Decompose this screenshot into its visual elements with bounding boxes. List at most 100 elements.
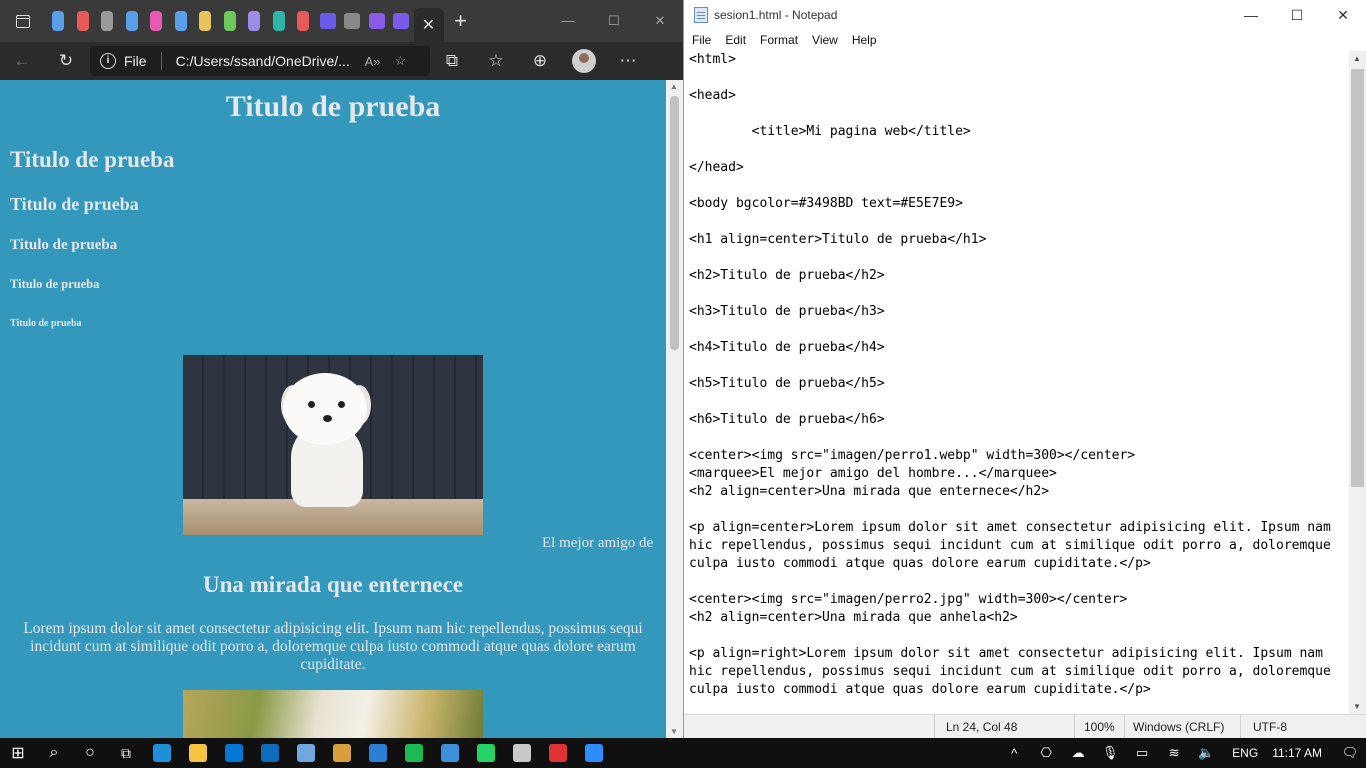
page-viewport: Titulo de prueba Titulo de prueba Titulo… (0, 80, 666, 738)
maximize-icon[interactable]: ☐ (1274, 7, 1320, 24)
taskbar-app-icon[interactable] (504, 738, 540, 768)
scroll-thumb[interactable] (670, 96, 679, 350)
notepad-statusbar: Ln 24, Col 48 100% Windows (CRLF) UTF-8 (684, 714, 1366, 739)
refresh-icon[interactable]: ↻ (44, 51, 88, 71)
app-glyph-icon (189, 744, 207, 762)
scroll-up-icon[interactable]: ▲ (670, 82, 678, 91)
taskbar-app-icon[interactable] (468, 738, 504, 768)
browser-tab[interactable] (95, 6, 120, 36)
status-divider (1240, 715, 1241, 739)
browser-tab[interactable] (218, 6, 243, 36)
address-bar[interactable]: i File C:/Users/ssand/OneDrive/... A» ☆ (90, 46, 430, 76)
back-arrow-icon[interactable]: ← (0, 51, 44, 71)
minimize-icon[interactable]: — (545, 13, 591, 29)
notepad-text-area[interactable]: <html> <head> <title>Mi pagina web</titl… (684, 51, 1350, 714)
notepad-scrollbar[interactable]: ▲ ▼ (1349, 51, 1366, 714)
page-scrollbar[interactable]: ▲ ▼ (666, 80, 683, 738)
tab-favicon-icon (368, 13, 385, 29)
menu-file[interactable]: File (692, 33, 711, 47)
taskbar-app-icon[interactable] (324, 738, 360, 768)
menu-format[interactable]: Format (760, 33, 798, 47)
browser-tab[interactable] (71, 6, 96, 36)
dog-image-2 (183, 690, 483, 738)
tab-favicon-icon (174, 11, 187, 31)
notepad-content[interactable]: <html> <head> <title>Mi pagina web</titl… (684, 51, 1350, 699)
browser-tab[interactable] (389, 6, 414, 36)
url-text[interactable]: C:/Users/ssand/OneDrive/... (176, 53, 351, 69)
onedrive-icon[interactable]: ☁ (1062, 745, 1094, 761)
cortana-icon[interactable]: ○ (72, 738, 108, 768)
show-hidden-icons-icon[interactable]: ^ (998, 746, 1030, 761)
app-glyph-icon (585, 744, 603, 762)
taskbar-app-icon[interactable] (540, 738, 576, 768)
close-icon[interactable]: ✕ (1320, 7, 1366, 24)
taskbar-app-icon[interactable] (396, 738, 432, 768)
notepad-icon (694, 7, 708, 23)
extensions-icon[interactable]: ⧉ (430, 51, 474, 71)
scroll-up-icon[interactable]: ▲ (1353, 54, 1361, 63)
taskbar-app-icon[interactable] (216, 738, 252, 768)
app-glyph-icon (441, 744, 459, 762)
menu-view[interactable]: View (812, 33, 838, 47)
browser-tab[interactable] (46, 6, 71, 36)
menu-help[interactable]: Help (852, 33, 877, 47)
maximize-icon[interactable]: ☐ (591, 13, 637, 29)
tab-favicon-icon (297, 11, 310, 31)
dog-eye-right (338, 401, 345, 408)
close-icon[interactable]: ✕ (637, 13, 683, 29)
browser-tab[interactable] (365, 6, 390, 36)
status-divider (1124, 715, 1125, 739)
tab-favicon-icon (319, 13, 336, 29)
app-glyph-icon (369, 744, 387, 762)
browser-tab[interactable] (267, 6, 292, 36)
browser-tab[interactable] (242, 6, 267, 36)
taskbar-app-icon[interactable] (360, 738, 396, 768)
page-heading-centered: Una mirada que enternece (203, 572, 463, 597)
more-options-icon[interactable]: ⋯ (606, 51, 650, 71)
collections-icon[interactable]: ⊕ (518, 51, 562, 71)
app-glyph-icon (261, 744, 279, 762)
minimize-icon[interactable]: — (1228, 7, 1274, 24)
language-indicator[interactable]: ENG (1232, 746, 1258, 760)
meet-now-icon[interactable]: ⎔ (1030, 745, 1062, 761)
active-tab-close[interactable]: ✕ (413, 8, 444, 42)
taskbar-app-icon[interactable] (432, 738, 468, 768)
scroll-down-icon[interactable]: ▼ (1353, 702, 1361, 711)
notifications-icon[interactable]: 🗨 (1334, 745, 1366, 761)
browser-tab[interactable] (120, 6, 145, 36)
scroll-thumb[interactable] (1351, 69, 1364, 487)
menu-edit[interactable]: Edit (725, 33, 746, 47)
browser-tab[interactable] (316, 6, 341, 36)
add-favorite-icon[interactable]: ☆ (394, 53, 406, 69)
notepad-window: sesion1.html - Notepad — ☐ ✕ File Edit F… (683, 0, 1366, 739)
favorites-icon[interactable]: ☆ (474, 51, 518, 71)
taskbar-app-icon[interactable] (288, 738, 324, 768)
wifi-icon[interactable]: ≋ (1158, 745, 1190, 761)
browser-tab[interactable] (340, 6, 365, 36)
browser-tab[interactable] (169, 6, 194, 36)
page-heading-h2: Titulo de prueba (10, 147, 175, 172)
scroll-down-icon[interactable]: ▼ (670, 727, 678, 736)
new-tab-button[interactable]: + (444, 8, 478, 34)
pinned-tabs (46, 6, 414, 36)
browser-toolbar: ← ↻ i File C:/Users/ssand/OneDrive/... A… (0, 42, 683, 80)
browser-tab[interactable] (144, 6, 169, 36)
clock[interactable]: 11:17 AM (1272, 746, 1322, 760)
start-windows-icon[interactable]: ⊞ (0, 738, 36, 768)
task-view-icon[interactable]: ⧉ (108, 738, 144, 768)
microphone-icon[interactable]: 🎙 (1094, 745, 1126, 761)
taskbar-app-icon[interactable] (144, 738, 180, 768)
info-icon[interactable]: i (100, 53, 116, 69)
avatar[interactable] (572, 49, 596, 73)
battery-icon[interactable]: ▭ (1126, 745, 1158, 761)
browser-tab[interactable] (291, 6, 316, 36)
notepad-window-controls: — ☐ ✕ (1228, 7, 1366, 24)
taskbar-app-icon[interactable] (180, 738, 216, 768)
search-icon[interactable]: ⌕ (36, 738, 72, 768)
browser-tab[interactable] (193, 6, 218, 36)
taskbar-app-icon[interactable] (576, 738, 612, 768)
read-aloud-icon[interactable]: A» (365, 54, 381, 69)
volume-icon[interactable]: 🔈 (1190, 745, 1222, 761)
taskbar-app-icon[interactable] (252, 738, 288, 768)
tab-actions-button[interactable] (0, 0, 46, 42)
